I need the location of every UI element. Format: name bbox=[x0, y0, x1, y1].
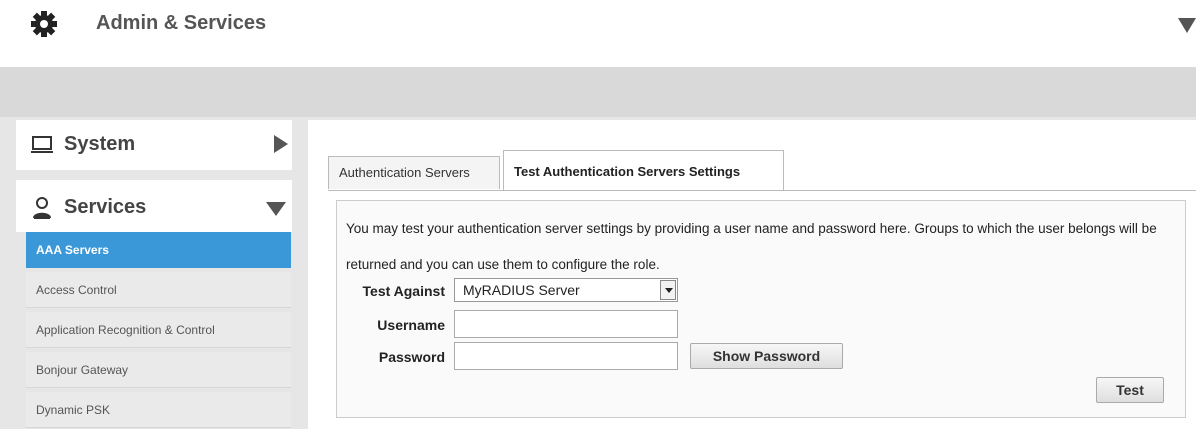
test-settings-panel: You may test your authentication server … bbox=[336, 200, 1186, 418]
test-button[interactable]: Test bbox=[1096, 377, 1164, 403]
sidebar-item-dynamic-psk[interactable]: Dynamic PSK bbox=[26, 392, 291, 428]
header-menu-caret-icon[interactable] bbox=[1178, 18, 1196, 33]
password-label: Password bbox=[378, 349, 445, 365]
sidebar-section-label: System bbox=[64, 133, 136, 155]
test-against-selected-value: MyRADIUS Server bbox=[463, 282, 580, 298]
description-text: You may test your authentication server … bbox=[346, 221, 1157, 272]
sidebar-section-system[interactable]: System bbox=[16, 120, 292, 170]
top-band bbox=[0, 67, 1196, 117]
gear-icon[interactable] bbox=[30, 10, 58, 38]
sidebar-item-aaa-servers[interactable]: AAA Servers bbox=[26, 232, 291, 268]
username-label: Username bbox=[377, 317, 445, 333]
username-input[interactable] bbox=[454, 310, 678, 338]
test-against-select[interactable]: MyRADIUS Server bbox=[454, 278, 678, 302]
sidebar-section-services[interactable]: Services bbox=[16, 180, 292, 232]
collapse-arrow-icon[interactable] bbox=[266, 202, 286, 216]
sidebar-item-access-control[interactable]: Access Control bbox=[26, 272, 291, 308]
sidebar-item-bonjour-gateway[interactable]: Bonjour Gateway bbox=[26, 352, 291, 388]
app-title: Admin & Services bbox=[96, 12, 267, 34]
expand-arrow-icon[interactable] bbox=[274, 135, 288, 153]
main-panel: Authentication Servers Test Authenticati… bbox=[308, 120, 1196, 429]
tab-bar: Authentication Servers Test Authenticati… bbox=[328, 148, 1196, 191]
password-input[interactable] bbox=[454, 342, 678, 370]
sidebar-item-application-recognition[interactable]: Application Recognition & Control bbox=[26, 312, 291, 348]
services-icon bbox=[33, 197, 51, 219]
sidebar-section-label: Services bbox=[64, 196, 147, 218]
header: Admin & Services bbox=[0, 0, 1196, 50]
test-against-label: Test Against bbox=[362, 283, 445, 299]
tab-test-authentication-servers-settings[interactable]: Test Authentication Servers Settings bbox=[503, 150, 784, 190]
show-password-button[interactable]: Show Password bbox=[690, 343, 843, 369]
tab-authentication-servers[interactable]: Authentication Servers bbox=[328, 156, 500, 189]
dropdown-arrow-icon[interactable] bbox=[660, 280, 676, 300]
services-nav-list: AAA Servers Access Control Application R… bbox=[26, 232, 291, 432]
monitor-icon bbox=[31, 136, 53, 153]
